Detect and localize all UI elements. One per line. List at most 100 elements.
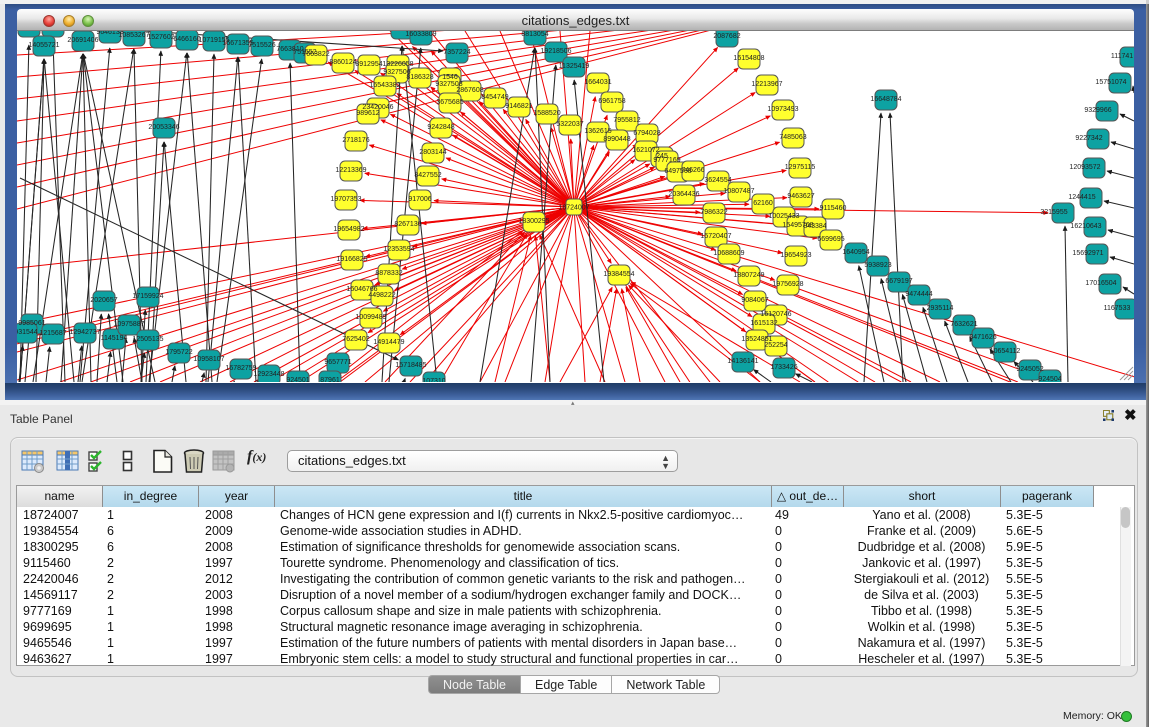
- svg-text:9777169: 9777169: [653, 157, 680, 164]
- svg-text:19384554: 19384554: [603, 271, 634, 278]
- svg-text:9084067: 9084067: [741, 297, 768, 304]
- svg-text:6679197: 6679197: [885, 278, 912, 285]
- svg-text:16033809: 16033809: [405, 31, 436, 38]
- svg-text:3215955: 3215955: [1040, 209, 1067, 216]
- svg-text:111741: 111741: [1111, 53, 1133, 60]
- svg-text:19218506: 19218506: [540, 48, 571, 55]
- svg-text:1640954: 1640954: [842, 249, 869, 256]
- svg-text:9463627: 9463627: [787, 193, 814, 200]
- svg-text:1244415: 1244415: [1068, 194, 1095, 201]
- svg-text:924501: 924501: [286, 377, 309, 382]
- svg-text:5322037: 5322037: [556, 121, 583, 128]
- svg-text:16210643: 16210643: [1070, 223, 1101, 230]
- svg-text:12213967: 12213967: [751, 81, 782, 88]
- svg-text:6699695: 6699695: [817, 236, 844, 243]
- svg-text:18724007: 18724007: [558, 205, 589, 212]
- svg-text:16543382: 16543382: [369, 82, 400, 89]
- svg-text:4498222: 4498222: [368, 292, 395, 299]
- svg-text:19166825: 19166825: [336, 256, 367, 263]
- svg-text:8267130: 8267130: [394, 221, 421, 228]
- svg-text:8471626: 8471626: [969, 334, 996, 341]
- svg-text:12093572: 12093572: [1069, 164, 1100, 171]
- svg-text:7663822: 7663822: [302, 51, 329, 58]
- svg-text:20053346: 20053346: [148, 124, 179, 131]
- svg-text:19654982: 19654982: [333, 226, 364, 233]
- svg-text:9115460: 9115460: [820, 205, 847, 212]
- svg-text:7955812: 7955812: [613, 117, 640, 124]
- svg-text:10654112: 10654112: [990, 348, 1021, 355]
- svg-text:87961: 87961: [320, 377, 340, 382]
- svg-text:12923448: 12923448: [253, 371, 284, 378]
- svg-text:10853267: 10853267: [118, 32, 149, 39]
- svg-text:8813054: 8813054: [521, 31, 548, 38]
- svg-text:17016504: 17016504: [1085, 280, 1116, 287]
- svg-text:2718176: 2718176: [342, 137, 369, 144]
- svg-text:12213369: 12213369: [335, 167, 366, 174]
- svg-text:1145194: 1145194: [101, 335, 128, 342]
- svg-text:8860124: 8860124: [329, 59, 356, 66]
- svg-text:7515526: 7515526: [248, 42, 275, 49]
- svg-text:9242848: 9242848: [427, 124, 454, 131]
- svg-text:9245052: 9245052: [1016, 366, 1043, 373]
- svg-text:10973493: 10973493: [767, 106, 798, 113]
- svg-text:15720407: 15720407: [700, 233, 731, 240]
- svg-text:9985061: 9985061: [18, 320, 45, 327]
- svg-text:1664031: 1664031: [584, 79, 611, 86]
- svg-text:7625402: 7625402: [342, 336, 369, 343]
- svg-text:16648784: 16648784: [870, 96, 901, 103]
- svg-text:2867608: 2867608: [456, 87, 483, 94]
- svg-text:16154808: 16154808: [733, 55, 764, 62]
- svg-text:1733426: 1733426: [770, 364, 797, 371]
- svg-text:1615132: 1615132: [750, 320, 777, 327]
- svg-text:1588520: 1588520: [533, 110, 560, 117]
- svg-text:931544: 931544: [17, 329, 38, 336]
- svg-text:8878332: 8878332: [375, 270, 402, 277]
- svg-text:12975115: 12975115: [785, 164, 816, 171]
- svg-text:252254: 252254: [764, 342, 787, 349]
- svg-text:18807249: 18807249: [733, 272, 764, 279]
- svg-text:14055721: 14055721: [28, 42, 59, 49]
- svg-text:12353594: 12353594: [383, 246, 414, 253]
- svg-text:9657771: 9657771: [324, 359, 351, 366]
- svg-text:10099489: 10099489: [355, 314, 386, 321]
- svg-text:20364436: 20364436: [668, 191, 699, 198]
- svg-text:3675685: 3675685: [436, 99, 463, 106]
- svg-text:11325419: 11325419: [559, 63, 590, 70]
- svg-text:19756928: 19756928: [772, 281, 803, 288]
- svg-text:917006: 917006: [408, 196, 431, 203]
- svg-text:10688609: 10688609: [713, 250, 744, 257]
- svg-text:1362615: 1362615: [584, 128, 611, 135]
- svg-text:7485063: 7485063: [779, 134, 806, 141]
- svg-text:18300295: 18300295: [518, 218, 549, 225]
- svg-text:15751074: 15751074: [1095, 79, 1126, 86]
- svg-text:6961758: 6961758: [598, 98, 625, 105]
- svg-text:16782759: 16782759: [225, 365, 256, 372]
- svg-text:19654923: 19654923: [780, 252, 811, 259]
- svg-text:6466160: 6466160: [173, 36, 200, 43]
- svg-text:20691406: 20691406: [67, 37, 98, 44]
- svg-text:989612: 989612: [356, 110, 379, 117]
- svg-text:6794028: 6794028: [633, 130, 660, 137]
- svg-text:8912954: 8912954: [355, 61, 382, 68]
- svg-text:10807487: 10807487: [723, 188, 754, 195]
- svg-text:10958107: 10958107: [193, 356, 224, 363]
- svg-text:1546: 1546: [442, 74, 458, 81]
- svg-text:9474444: 9474444: [905, 291, 932, 298]
- svg-text:62160: 62160: [753, 200, 773, 207]
- svg-text:746266: 746266: [681, 167, 704, 174]
- svg-text:1527602: 1527602: [147, 34, 174, 41]
- svg-text:15718485: 15718485: [395, 362, 426, 369]
- svg-text:9146821: 9146821: [505, 103, 532, 110]
- svg-text:1167533: 1167533: [1104, 305, 1131, 312]
- svg-text:843384: 843384: [803, 223, 826, 230]
- svg-text:1795722: 1795722: [165, 349, 192, 356]
- svg-text:8427552: 8427552: [414, 172, 441, 179]
- svg-text:16120746: 16120746: [760, 311, 791, 318]
- svg-text:3624554: 3624554: [704, 177, 731, 184]
- svg-text:12505135: 12505135: [132, 336, 163, 343]
- svg-text:17159924: 17159924: [132, 293, 163, 300]
- svg-text:7632621: 7632621: [950, 321, 977, 328]
- svg-text:7357224: 7357224: [443, 49, 470, 56]
- svg-text:2020657: 2020657: [90, 297, 117, 304]
- svg-text:13226058: 13226058: [382, 61, 413, 68]
